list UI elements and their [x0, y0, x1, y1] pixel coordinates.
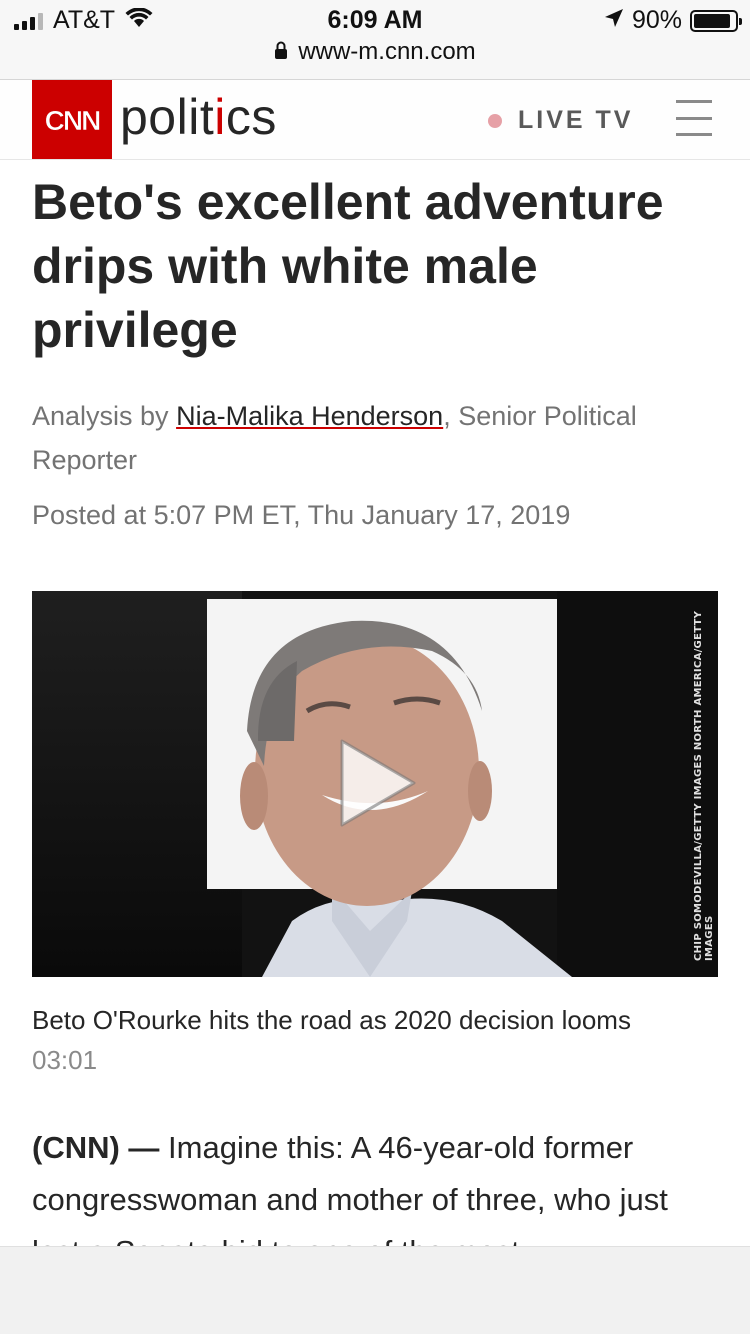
hamburger-menu-icon[interactable]	[676, 100, 712, 136]
url-text: www-m.cnn.com	[298, 38, 476, 65]
battery-percent: 90%	[631, 6, 682, 34]
location-arrow-icon	[604, 6, 624, 35]
section-title[interactable]: politics	[120, 88, 277, 146]
status-bar: AT&T 6:09 AM 90% www-m.cnn.com	[0, 0, 750, 80]
byline-prefix: Analysis by	[32, 401, 169, 431]
photo-credit: CHIP SOMODEVILLA/GETTY IMAGES NORTH AMER…	[693, 610, 715, 961]
article-timestamp: Posted at 5:07 PM ET, Thu January 17, 20…	[32, 500, 571, 530]
live-dot-icon	[488, 113, 502, 128]
lock-icon	[274, 38, 288, 66]
cnn-logo[interactable]: CNN	[32, 80, 112, 159]
live-tv-button[interactable]: LIVE TV	[488, 106, 633, 135]
site-header: CNN politics LIVE TV	[0, 80, 750, 160]
battery-icon	[690, 9, 742, 32]
byline: Analysis by Nia-Malika Henderson, Senior…	[32, 394, 712, 482]
play-icon[interactable]	[328, 731, 424, 835]
url-bar[interactable]: www-m.cnn.com	[0, 38, 750, 66]
article-headline: Beto's excellent adventure drips with wh…	[32, 174, 664, 358]
video-caption[interactable]: Beto O'Rourke hits the road as 2020 deci…	[32, 1000, 692, 1080]
author-link[interactable]: Nia-Malika Henderson	[176, 401, 443, 431]
video-player[interactable]: CHIP SOMODEVILLA/GETTY IMAGES NORTH AMER…	[32, 591, 718, 977]
section-title-accent: i	[214, 89, 226, 145]
cnn-logo-text: CNN	[45, 105, 100, 136]
live-tv-label: LIVE TV	[518, 106, 634, 134]
body-source: (CNN) —	[32, 1130, 160, 1165]
status-right: 90%	[604, 6, 742, 35]
browser-bottom-bar	[0, 1246, 750, 1334]
video-caption-text: Beto O'Rourke hits the road as 2020 deci…	[32, 1005, 631, 1035]
video-duration: 03:01	[32, 1045, 98, 1075]
section-title-text: politics	[120, 89, 277, 145]
